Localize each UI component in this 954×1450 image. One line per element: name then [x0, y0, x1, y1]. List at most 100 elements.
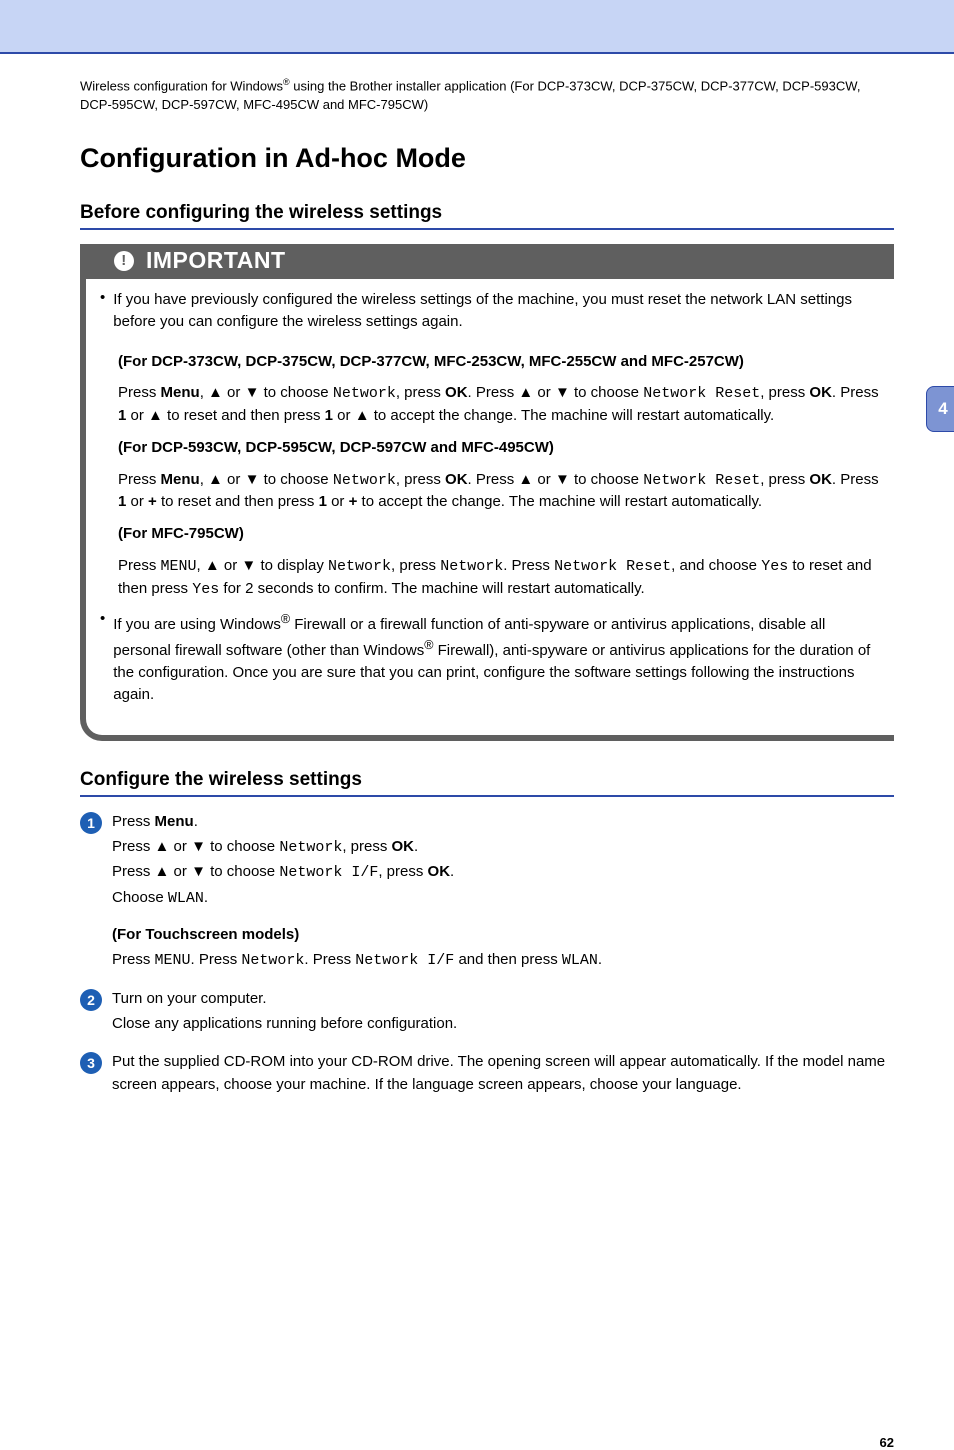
code: Network Reset	[643, 472, 760, 489]
t: . Press	[304, 951, 355, 968]
t: , press	[378, 863, 427, 880]
t: to choose	[206, 863, 279, 880]
t: to reset and then press	[163, 407, 325, 424]
t: If you are using Windows	[113, 616, 281, 633]
step-number-2: 2	[80, 989, 102, 1011]
key-1: 1	[325, 407, 333, 424]
step-2-line-2: Close any applications running before co…	[112, 1013, 894, 1036]
t: or	[223, 384, 245, 401]
t: , press	[396, 384, 445, 401]
t: or	[327, 493, 349, 510]
bullet-1-text: If you have previously configured the wi…	[113, 289, 882, 333]
important-box: ! IMPORTANT • If you have previously con…	[80, 244, 894, 741]
chapter-tab: 4	[926, 386, 954, 432]
ok-key: OK	[392, 838, 415, 855]
code: Network	[333, 385, 396, 402]
bullet-2-text: If you are using Windows® Firewall or a …	[113, 610, 882, 705]
t: . Press	[832, 384, 879, 401]
model-group-3: (For MFC-795CW)	[118, 523, 882, 545]
t: or	[333, 407, 355, 424]
code: MENU	[155, 952, 191, 969]
code: Network	[241, 952, 304, 969]
t: Press	[112, 813, 155, 830]
t: , and choose	[671, 557, 761, 574]
down-arrow-icon: ▼	[555, 471, 570, 488]
t: to display	[256, 557, 328, 574]
t: . Press	[191, 951, 242, 968]
code: Network	[328, 558, 391, 575]
section-configure: Configure the wireless settings	[80, 769, 894, 797]
bullet-2: • If you are using Windows® Firewall or …	[100, 610, 882, 715]
t: , press	[396, 471, 445, 488]
down-arrow-icon: ▼	[241, 557, 256, 574]
t: Press	[118, 384, 161, 401]
up-arrow-icon: ▲	[208, 471, 223, 488]
down-arrow-icon: ▼	[191, 838, 206, 855]
alert-icon: !	[114, 251, 134, 271]
step-1: 1 Press Menu. Press ▲ or ▼ to choose Net…	[80, 811, 894, 974]
t: to choose	[259, 384, 332, 401]
t: .	[414, 838, 418, 855]
menu-key: Menu	[155, 813, 194, 830]
ok-key: OK	[428, 863, 451, 880]
t: , press	[391, 557, 440, 574]
instructions-1: Press Menu, ▲ or ▼ to choose Network, pr…	[118, 382, 882, 427]
t: ,	[200, 471, 208, 488]
t: to accept the change. The machine will r…	[370, 407, 775, 424]
t: to choose	[570, 471, 643, 488]
t: ,	[197, 557, 205, 574]
t: to accept the change. The machine will r…	[357, 493, 762, 510]
t: or	[220, 557, 242, 574]
code: Network I/F	[279, 864, 378, 881]
step-2: 2 Turn on your computer. Close any appli…	[80, 988, 894, 1037]
t: to reset and then press	[157, 493, 319, 510]
t: or	[533, 471, 555, 488]
up-arrow-icon: ▲	[518, 384, 533, 401]
step-3-body: Put the supplied CD-ROM into your CD-ROM…	[112, 1051, 894, 1096]
down-arrow-icon: ▼	[245, 471, 260, 488]
t: to choose	[570, 384, 643, 401]
plus-key: +	[148, 493, 157, 510]
t: Choose	[112, 889, 168, 906]
t: or	[223, 471, 245, 488]
instructions-3: Press MENU, ▲ or ▼ to display Network, p…	[118, 555, 882, 601]
instructions-2: Press Menu, ▲ or ▼ to choose Network, pr…	[118, 469, 882, 514]
page-title: Configuration in Ad-hoc Mode	[80, 143, 894, 174]
section-before-config: Before configuring the wireless settings	[80, 202, 894, 230]
t: ,	[200, 384, 208, 401]
bullet-mark: •	[100, 610, 105, 715]
code: MENU	[161, 558, 197, 575]
t: . Press	[832, 471, 879, 488]
page-content: 4 Wireless configuration for Windows® us…	[0, 54, 954, 1320]
down-arrow-icon: ▼	[555, 384, 570, 401]
important-header: ! IMPORTANT	[86, 244, 894, 279]
up-arrow-icon: ▲	[208, 384, 223, 401]
bullet-mark: •	[100, 289, 105, 343]
ok-key: OK	[445, 471, 468, 488]
step-1-body: Press Menu. Press ▲ or ▼ to choose Netwo…	[112, 811, 894, 974]
up-arrow-icon: ▲	[155, 838, 170, 855]
t: Press	[112, 951, 155, 968]
ok-key: OK	[445, 384, 468, 401]
step-3: 3 Put the supplied CD-ROM into your CD-R…	[80, 1051, 894, 1096]
code: Network I/F	[355, 952, 454, 969]
menu-key: Menu	[161, 471, 200, 488]
step-number-3: 3	[80, 1052, 102, 1074]
t: to choose	[259, 471, 332, 488]
t: or	[533, 384, 555, 401]
code: WLAN	[168, 890, 204, 907]
important-label: IMPORTANT	[146, 247, 286, 274]
up-arrow-icon: ▲	[148, 407, 163, 424]
t: . Press	[503, 557, 554, 574]
t: to choose	[206, 838, 279, 855]
t: or	[126, 493, 148, 510]
page-number: 62	[880, 1435, 894, 1450]
t: for 2 seconds to confirm. The machine wi…	[219, 580, 644, 597]
t: and then press	[454, 951, 562, 968]
t: Press	[118, 471, 161, 488]
code: Yes	[192, 581, 219, 598]
code: Network	[440, 558, 503, 575]
code: Network Reset	[554, 558, 671, 575]
code: Network	[279, 839, 342, 856]
up-arrow-icon: ▲	[155, 863, 170, 880]
